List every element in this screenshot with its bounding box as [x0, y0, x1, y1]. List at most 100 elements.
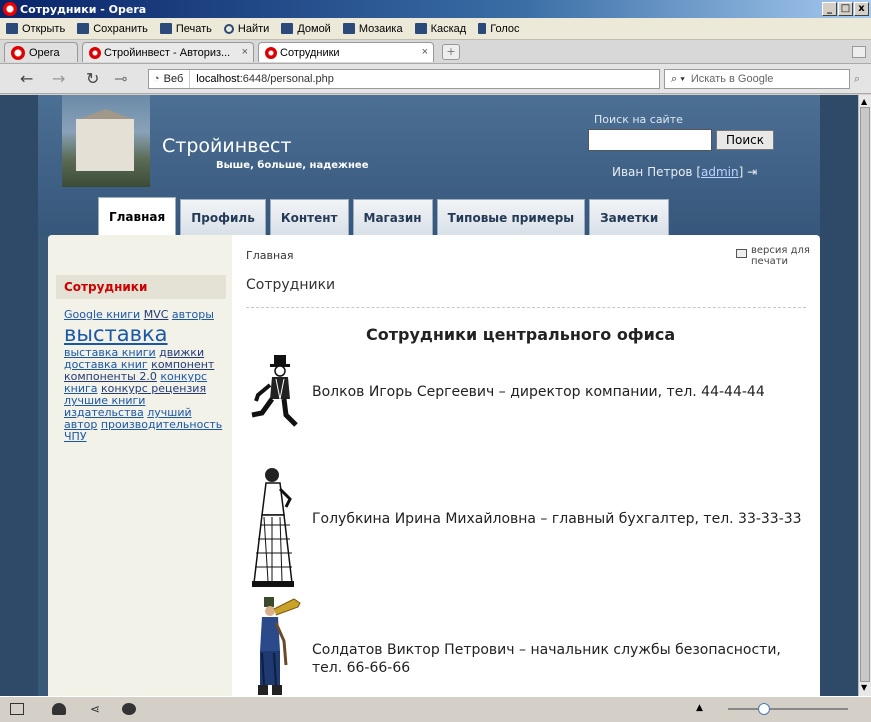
zoom-slider-knob[interactable] — [758, 703, 770, 715]
folder-icon — [6, 23, 18, 34]
maximize-button[interactable]: □ — [838, 2, 853, 16]
scrollbar-thumb[interactable] — [860, 107, 870, 682]
save-icon — [77, 23, 90, 34]
share-icon[interactable]: ⋖ — [90, 703, 104, 715]
home-button[interactable]: Домой — [281, 23, 331, 35]
printer-icon — [159, 23, 172, 34]
page-background-right — [820, 95, 858, 696]
site-slogan: Выше, больше, надежнее — [216, 160, 369, 171]
tag-link[interactable]: MVC — [144, 308, 169, 321]
page-body: Сотрудники Google книги MVC авторы выста… — [48, 235, 820, 696]
url-host: localhost — [196, 73, 240, 85]
close-tab-icon[interactable]: × — [422, 46, 428, 58]
section-title: Сотрудники центрального офиса — [366, 325, 676, 344]
tab-employees[interactable]: Сотрудники × — [258, 42, 434, 62]
opera-logo-icon — [11, 45, 25, 60]
main-nav: Главная Профиль Контент Магазин Типовые … — [98, 197, 673, 235]
nav-tab-notes[interactable]: Заметки — [589, 199, 670, 235]
man-seated-figure-image — [251, 355, 298, 427]
reload-icon[interactable]: ↻ — [86, 70, 99, 88]
favicon-icon — [265, 46, 277, 59]
tile-button[interactable]: Мозаика — [342, 23, 403, 35]
voice-button[interactable]: Голос — [478, 23, 519, 35]
zoom-slider-track[interactable] — [728, 708, 848, 710]
status-bar: ⋖ ▲ — [0, 696, 871, 722]
vertical-scrollbar[interactable]: ▲ ▼ — [858, 95, 871, 696]
nav-tab-content[interactable]: Контент — [269, 199, 349, 235]
close-button[interactable]: x — [854, 2, 869, 16]
find-button[interactable]: Найти — [223, 23, 269, 35]
cascade-icon — [414, 23, 427, 34]
user-name: Иван Петров — [612, 165, 693, 179]
new-tab-button[interactable]: + — [442, 44, 460, 60]
user-info: Иван Петров [admin] ⇥ — [612, 165, 758, 179]
opera-menu-button[interactable]: Opera — [4, 42, 78, 62]
save-button[interactable]: Сохранить — [77, 23, 148, 35]
voice-icon — [478, 23, 487, 34]
tab-stroyinvest-auth[interactable]: Стройинвест - Авториз... × — [82, 42, 254, 62]
site-header: Стройинвест Выше, больше, надежнее Поиск… — [38, 95, 820, 235]
tag-link[interactable]: выставка — [64, 322, 168, 346]
back-arrow-icon[interactable]: ← — [20, 70, 33, 88]
woman-standing-figure-image — [252, 468, 294, 587]
cloud-icon[interactable] — [52, 703, 66, 715]
site-name[interactable]: Стройинвест — [162, 135, 292, 157]
site-search-input[interactable] — [588, 129, 712, 151]
google-search-field[interactable]: ⌕ ▾ Искать в Google — [664, 69, 850, 89]
url-path: :6448/personal.php — [239, 73, 334, 85]
speed-dial-icon[interactable] — [122, 703, 136, 715]
tag-link[interactable]: производительность — [101, 418, 222, 431]
cascade-button[interactable]: Каскад — [414, 23, 466, 35]
nav-tab-shop[interactable]: Магазин — [352, 199, 433, 235]
site-logo-photo — [62, 95, 150, 187]
page-title: Сотрудники — [246, 277, 336, 293]
employee-text: Солдатов Виктор Петрович – начальник слу… — [312, 642, 781, 676]
key-icon[interactable]: ⊸ — [114, 70, 127, 88]
logout-icon[interactable]: ⇥ — [747, 165, 757, 179]
site-search-button[interactable]: Поиск — [716, 130, 774, 150]
browser-toolbar: Открыть Сохранить Печать Найти Домой Моз… — [0, 18, 871, 40]
left-sidebar: Сотрудники Google книги MVC авторы выста… — [48, 235, 232, 696]
tag-cloud: Google книги MVC авторы выставка выставк… — [64, 309, 224, 443]
site-search-label: Поиск на сайте — [594, 113, 683, 126]
breadcrumb[interactable]: Главная — [246, 249, 294, 262]
soldier-trumpet-figure-image — [258, 597, 301, 695]
divider — [246, 307, 806, 308]
open-button[interactable]: Открыть — [6, 23, 65, 35]
print-button[interactable]: Печать — [159, 23, 212, 35]
minimize-button[interactable]: _ — [822, 2, 837, 16]
employee-text: Голубкина Ирина Михайловна – главный бух… — [312, 511, 802, 527]
tag-link[interactable]: Google книги — [64, 308, 140, 321]
scroll-down-icon[interactable]: ▼ — [861, 683, 867, 692]
employee-text: Волков Игорь Сергеевич – директор компан… — [312, 384, 765, 400]
user-role-link[interactable]: admin — [701, 165, 739, 179]
opera-logo-icon — [3, 2, 17, 16]
nav-tab-examples[interactable]: Типовые примеры — [436, 199, 586, 235]
nav-tab-home[interactable]: Главная — [98, 197, 177, 235]
window-title-bar: Сотрудники - Opera _ □ x — [0, 0, 871, 18]
panel-toggle-icon[interactable] — [10, 703, 24, 715]
close-tab-icon[interactable]: × — [242, 46, 248, 58]
view-options-icon[interactable]: ▲ — [696, 703, 703, 713]
tile-icon — [342, 23, 355, 34]
scroll-up-icon[interactable]: ▲ — [861, 97, 867, 106]
window-title: Сотрудники - Opera — [20, 2, 147, 16]
forward-arrow-icon[interactable]: → — [52, 70, 65, 88]
search-icon — [223, 23, 234, 34]
tag-link[interactable]: авторы — [172, 308, 214, 321]
address-field[interactable]: ◔ Веб localhost:6448/personal.php — [148, 69, 660, 89]
tab-menu-icon[interactable] — [852, 46, 866, 58]
sidebar-heading[interactable]: Сотрудники — [56, 275, 226, 299]
home-icon — [281, 23, 294, 34]
site-info-button[interactable]: ◔ Веб — [149, 70, 191, 88]
page-background-left — [0, 95, 38, 696]
page-viewport: Стройинвест Выше, больше, надежнее Поиск… — [0, 95, 858, 696]
tag-link[interactable]: ЧПУ — [64, 430, 87, 443]
favicon-icon — [89, 46, 101, 59]
address-toolbar: ← → ↻ ⊸ ◔ Веб localhost:6448/personal.php… — [0, 64, 871, 94]
nav-tab-profile[interactable]: Профиль — [180, 199, 266, 235]
printer-icon — [736, 249, 747, 258]
globe-icon: ◔ — [153, 73, 160, 85]
tab-bar: Opera Стройинвест - Авториз... × Сотрудн… — [0, 40, 871, 64]
search-go-icon[interactable]: ⌕ — [854, 72, 860, 86]
